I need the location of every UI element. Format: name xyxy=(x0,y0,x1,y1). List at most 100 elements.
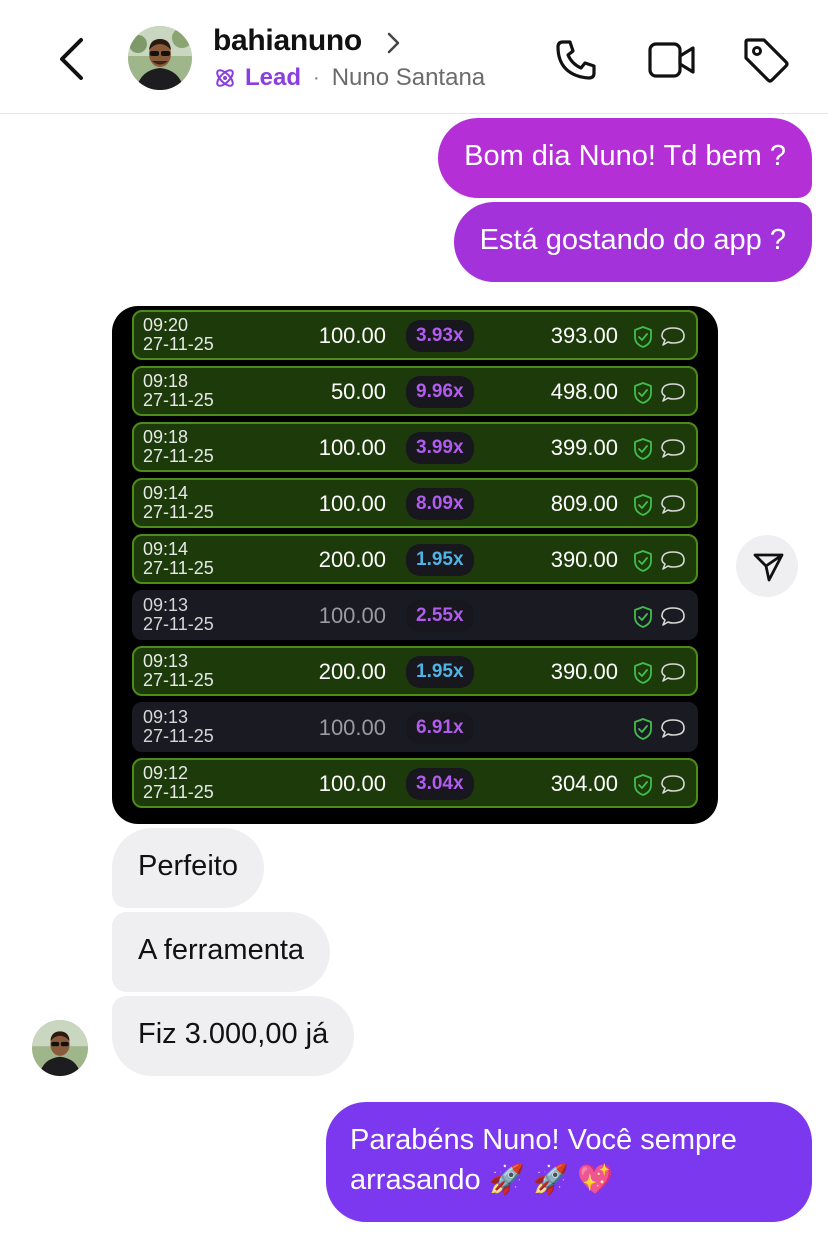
bet-row: 09:18 27-11-25 50.00 9.96x 498.00 xyxy=(132,366,698,416)
shield-check-icon xyxy=(634,382,652,404)
video-camera-icon[interactable] xyxy=(648,36,696,84)
chat-bubble-icon[interactable] xyxy=(660,606,686,628)
bet-amount: 200.00 xyxy=(318,547,386,572)
bet-amount: 100.00 xyxy=(318,771,386,796)
bet-payout: 809.00 xyxy=(550,491,618,516)
bet-time-value: 09:18 xyxy=(143,371,189,391)
bet-payout: 390.00 xyxy=(550,547,618,572)
bet-multiplier: 1.95x xyxy=(406,544,474,576)
bet-time: 09:18 27-11-25 xyxy=(143,428,214,466)
avatar[interactable] xyxy=(32,1020,88,1076)
share-button[interactable] xyxy=(736,535,798,597)
chat-bubble-icon[interactable] xyxy=(660,494,686,516)
chat-bubble-icon[interactable] xyxy=(660,382,686,404)
bet-row: 09:20 27-11-25 100.00 3.93x 393.00 xyxy=(132,310,698,360)
bet-multiplier: 3.99x xyxy=(406,432,474,464)
shared-image-bet-history[interactable]: 09:20 27-11-25 100.00 3.93x 393.00 09:18 27-11… xyxy=(112,306,718,824)
shield-check-icon xyxy=(634,550,652,572)
chevron-right-icon[interactable] xyxy=(384,30,404,56)
contact-subtitle: Lead · Nuno Santana xyxy=(213,64,485,92)
lead-badge[interactable]: Lead xyxy=(245,64,301,92)
chat-bubble-icon[interactable] xyxy=(660,438,686,460)
bet-time: 09:14 27-11-25 xyxy=(143,540,214,578)
chat-header: bahianuno Lead · Nuno Santana xyxy=(0,0,828,114)
bet-multiplier: 6.91x xyxy=(406,712,474,744)
shield-check-icon xyxy=(634,662,652,684)
message-outgoing[interactable]: Bom dia Nuno! Td bem ? xyxy=(438,118,812,198)
bet-amount: 100.00 xyxy=(318,435,386,460)
bet-date-value: 27-11-25 xyxy=(143,334,214,354)
message-incoming[interactable]: A ferramenta xyxy=(112,912,331,992)
avatar[interactable] xyxy=(128,26,192,90)
bet-time-value: 09:20 xyxy=(143,315,189,335)
bet-multiplier: 3.93x xyxy=(406,320,474,352)
shield-check-icon xyxy=(634,606,652,628)
bet-row: 09:18 27-11-25 100.00 3.99x 399.00 xyxy=(132,422,698,472)
bet-time: 09:20 27-11-25 xyxy=(143,316,214,354)
chat-bubble-icon[interactable] xyxy=(660,718,686,740)
bet-amount: 100.00 xyxy=(318,491,386,516)
bet-time: 09:12 27-11-25 xyxy=(143,764,214,802)
lead-icon xyxy=(216,69,234,87)
message-outgoing[interactable]: Está gostando do app ? xyxy=(453,202,812,282)
message-text: A ferramenta xyxy=(138,934,305,966)
shield-check-icon xyxy=(634,326,652,348)
message-outgoing[interactable]: Parabéns Nuno! Você sempre arrasando 🚀 🚀… xyxy=(326,1102,812,1222)
bet-time-value: 09:14 xyxy=(143,539,189,559)
bet-row: 09:13 27-11-25 100.00 6.91x xyxy=(132,702,698,752)
bet-time-value: 09:13 xyxy=(143,651,189,671)
bet-amount: 200.00 xyxy=(318,659,386,684)
bet-time-value: 09:12 xyxy=(143,763,189,783)
phone-icon[interactable] xyxy=(552,36,600,84)
bet-time: 09:14 27-11-25 xyxy=(143,484,214,522)
bet-date-value: 27-11-25 xyxy=(143,782,214,802)
bet-payout: 390.00 xyxy=(550,659,618,684)
bet-time: 09:13 27-11-25 xyxy=(143,596,214,634)
bet-date-value: 27-11-25 xyxy=(143,726,214,746)
bet-row: 09:12 27-11-25 100.00 3.04x 304.00 xyxy=(132,758,698,808)
bet-multiplier: 8.09x xyxy=(406,488,474,520)
bet-row: 09:14 27-11-25 100.00 8.09x 809.00 xyxy=(132,478,698,528)
message-text-line: arrasando 🚀 🚀 💖 xyxy=(350,1164,614,1196)
bet-time-value: 09:13 xyxy=(143,595,189,615)
bet-payout: 393.00 xyxy=(550,323,618,348)
chat-bubble-icon[interactable] xyxy=(660,326,686,348)
bet-time-value: 09:18 xyxy=(143,427,189,447)
bet-date-value: 27-11-25 xyxy=(143,558,214,578)
bet-amount: 100.00 xyxy=(318,323,386,348)
bet-payout: 498.00 xyxy=(550,379,618,404)
bet-time-value: 09:14 xyxy=(143,483,189,503)
chat-bubble-icon[interactable] xyxy=(660,774,686,796)
bet-time: 09:18 27-11-25 xyxy=(143,372,214,410)
bet-multiplier: 2.55x xyxy=(406,600,474,632)
bet-time: 09:13 27-11-25 xyxy=(143,652,214,690)
bet-date-value: 27-11-25 xyxy=(143,502,214,522)
message-text-line: Parabéns Nuno! Você sempre xyxy=(350,1124,737,1156)
chat-bubble-icon[interactable] xyxy=(660,662,686,684)
message-text: Perfeito xyxy=(138,850,238,882)
chevron-left-icon[interactable] xyxy=(50,34,94,84)
message-text: Está gostando do app ? xyxy=(479,224,786,256)
message-text: Bom dia Nuno! Td bem ? xyxy=(464,140,786,172)
full-name: Nuno Santana xyxy=(331,64,486,91)
bet-date-value: 27-11-25 xyxy=(143,670,214,690)
tag-icon[interactable] xyxy=(742,36,790,84)
bet-multiplier: 3.04x xyxy=(406,768,474,800)
separator-dot: · xyxy=(313,66,320,89)
bet-date-value: 27-11-25 xyxy=(143,614,214,634)
bet-payout: 399.00 xyxy=(550,435,618,460)
bet-multiplier: 1.95x xyxy=(406,656,474,688)
message-incoming[interactable]: Fiz 3.000,00 já xyxy=(112,996,355,1076)
bet-row: 09:14 27-11-25 200.00 1.95x 390.00 xyxy=(132,534,698,584)
bet-row: 09:13 27-11-25 200.00 1.95x 390.00 xyxy=(132,646,698,696)
send-icon xyxy=(753,553,784,582)
bet-payout: 304.00 xyxy=(550,771,618,796)
chat-bubble-icon[interactable] xyxy=(660,550,686,572)
bet-date-value: 27-11-25 xyxy=(143,446,214,466)
message-incoming[interactable]: Perfeito xyxy=(112,828,264,908)
username[interactable]: bahianuno xyxy=(213,24,362,58)
message-text: Fiz 3.000,00 já xyxy=(138,1018,329,1050)
bet-time-value: 09:13 xyxy=(143,707,189,727)
bet-amount: 100.00 xyxy=(318,715,386,740)
bet-multiplier: 9.96x xyxy=(406,376,474,408)
